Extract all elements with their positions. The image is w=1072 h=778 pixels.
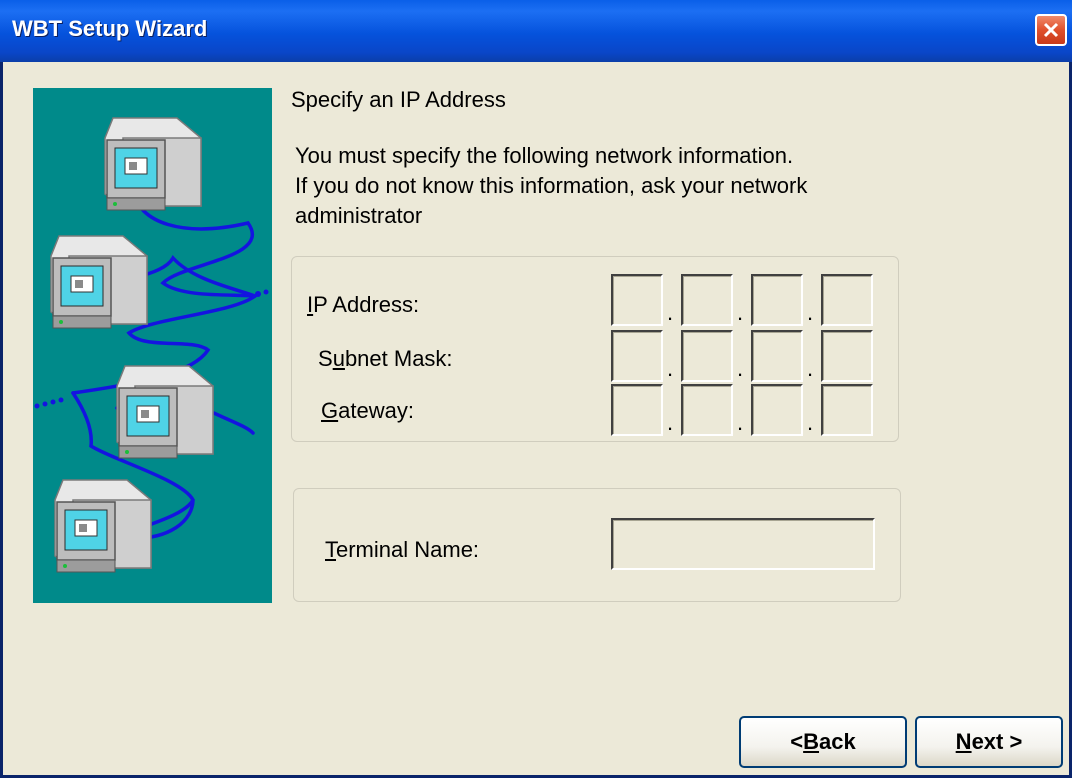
gateway-label: Gateway: xyxy=(321,398,414,423)
window-title: WBT Setup Wizard xyxy=(12,16,208,41)
gateway-octet-4[interactable] xyxy=(821,384,873,436)
ip-separator: . xyxy=(737,300,744,325)
gateway-separator: . xyxy=(807,410,814,435)
description-line-1: You must specify the following network i… xyxy=(295,143,794,168)
gateway-octet-2[interactable] xyxy=(681,384,733,436)
gateway-separator: . xyxy=(737,410,744,435)
description-line-2: If you do not know this information, ask… xyxy=(295,173,808,198)
next-button[interactable]: Next > xyxy=(915,716,1063,768)
terminal-name-input[interactable] xyxy=(611,518,875,570)
gateway-separator: . xyxy=(667,410,674,435)
setup-wizard-window: WBT Setup Wizard Specify an IP Address Y… xyxy=(0,0,1072,778)
ip-octet-2[interactable] xyxy=(681,274,733,326)
ip-separator: . xyxy=(667,300,674,325)
network-illustration xyxy=(33,88,272,603)
subnet-separator: . xyxy=(737,356,744,381)
ip-octet-4[interactable] xyxy=(821,274,873,326)
page-heading: Specify an IP Address xyxy=(291,87,506,112)
ip-separator: . xyxy=(807,300,814,325)
subnet-separator: . xyxy=(667,356,674,381)
subnet-octet-2[interactable] xyxy=(681,330,733,382)
subnet-separator: . xyxy=(807,356,814,381)
terminal-name-label: Terminal Name: xyxy=(325,537,480,562)
close-icon xyxy=(1043,22,1059,38)
subnet-mask-label: Subnet Mask: xyxy=(318,346,453,371)
back-button[interactable]: < Back xyxy=(739,716,907,768)
gateway-octet-3[interactable] xyxy=(751,384,803,436)
title-bar: WBT Setup Wizard xyxy=(0,0,1072,62)
ip-address-label: IP Address: xyxy=(307,292,420,317)
ip-octet-3[interactable] xyxy=(751,274,803,326)
subnet-octet-3[interactable] xyxy=(751,330,803,382)
close-button[interactable] xyxy=(1035,14,1067,46)
subnet-octet-4[interactable] xyxy=(821,330,873,382)
description-line-3: administrator xyxy=(295,203,423,228)
ip-octet-1[interactable] xyxy=(611,274,663,326)
gateway-octet-1[interactable] xyxy=(611,384,663,436)
subnet-octet-1[interactable] xyxy=(611,330,663,382)
